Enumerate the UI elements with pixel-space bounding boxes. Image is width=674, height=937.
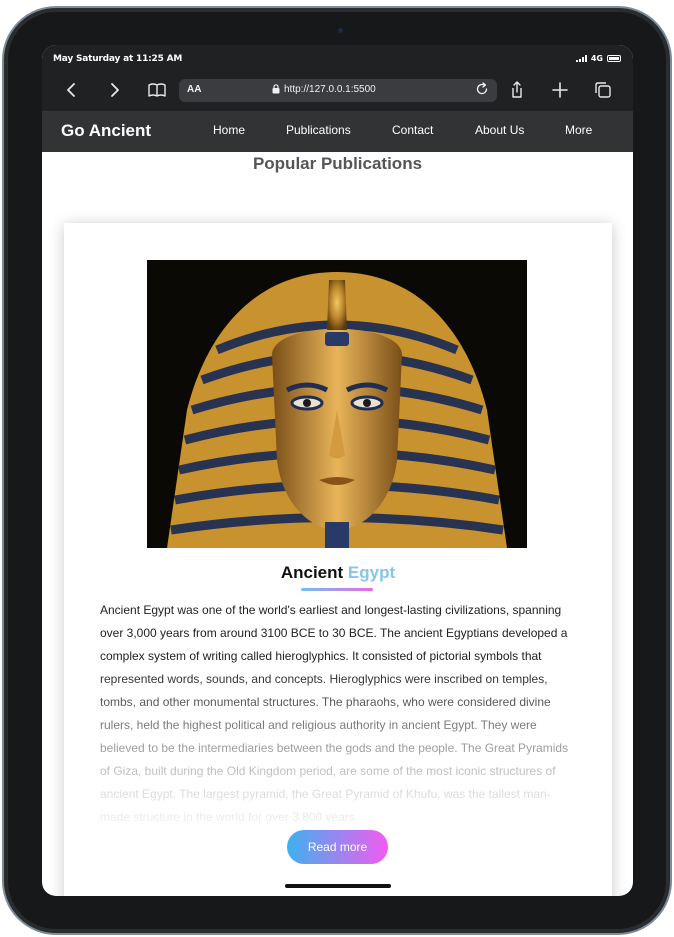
article-body: Ancient Egypt was one of the world's ear…: [100, 603, 569, 821]
site-brand[interactable]: Go Ancient: [61, 121, 151, 141]
tablet-screen: May Saturday at 11:25 AM 4G AA http://12…: [42, 45, 633, 896]
section-title: Popular Publications: [252, 154, 423, 173]
nav-link-more[interactable]: More: [565, 123, 592, 137]
publication-card: Ancient Egypt Ancient Egypt was one of t…: [64, 223, 612, 896]
address-bar[interactable]: AA http://127.0.0.1:5500: [179, 79, 497, 102]
plus-icon[interactable]: [549, 79, 571, 101]
heading-underline: [301, 588, 373, 591]
home-indicator[interactable]: [285, 884, 391, 888]
heading-accent: Egypt: [347, 563, 396, 582]
nav-link-about-us[interactable]: About Us: [475, 123, 524, 137]
battery-icon: [607, 55, 621, 62]
site-navbar: Go Ancient Home Publications Contact Abo…: [42, 111, 633, 152]
heading-main: Ancient: [280, 563, 344, 582]
tabs-icon[interactable]: [592, 79, 614, 101]
reload-icon[interactable]: [474, 81, 490, 100]
front-camera: [338, 28, 343, 33]
status-time: May Saturday at 11:25 AM: [53, 54, 183, 64]
article-image: [147, 260, 527, 548]
share-icon[interactable]: [506, 79, 528, 101]
nav-link-contact[interactable]: Contact: [392, 123, 433, 137]
signal-icon: [575, 55, 587, 62]
url-text: http://127.0.0.1:5500: [284, 84, 376, 95]
status-indicators: 4G: [575, 54, 621, 63]
article-heading: Ancient Egypt: [64, 563, 612, 583]
text-size-button[interactable]: AA: [187, 84, 201, 95]
network-label: 4G: [590, 54, 603, 63]
nav-link-home[interactable]: Home: [213, 123, 245, 137]
lock-icon: [272, 84, 280, 97]
chevron-left-icon[interactable]: [61, 79, 83, 101]
pharaoh-mask-illustration: [147, 260, 527, 548]
chevron-right-icon[interactable]: [103, 79, 125, 101]
book-icon[interactable]: [146, 79, 168, 101]
browser-chrome: May Saturday at 11:25 AM 4G AA http://12…: [42, 45, 633, 111]
read-more-button[interactable]: Read more: [287, 830, 388, 864]
nav-link-publications[interactable]: Publications: [286, 123, 351, 137]
